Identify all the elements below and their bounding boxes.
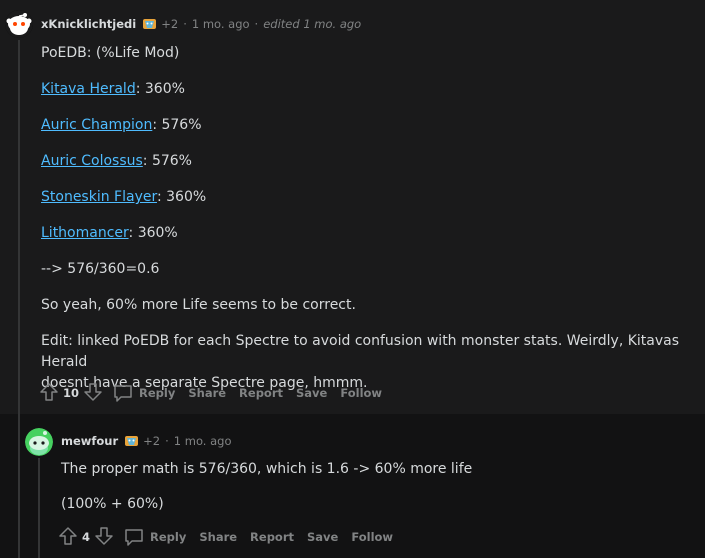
comment-actions: 4 Reply Share Report Save Follow [58,526,406,548]
spectre-value: : 576% [142,153,192,169]
snoo-avatar-icon [5,10,33,38]
separator-dot: · [165,434,169,448]
snoo-avatar-icon [25,428,53,456]
body-line: Edit: linked PoEDB for each Spectre to a… [41,333,680,370]
body-line: PoEDB: (%Life Mod) [41,45,180,61]
comment-header: xKnicklichtjedi +2 · 1 mo. ago · edited … [41,17,361,31]
spectre-entry: Kitava Herald: 360% [41,79,701,100]
username[interactable]: mewfour [61,434,118,448]
report-button[interactable]: Report [239,386,283,400]
edited-timestamp: edited 1 mo. ago [263,17,362,31]
karma-badge: +2 [143,434,161,448]
spectre-value: : 576% [152,117,202,133]
flair-icon [143,19,157,29]
separator-dot: · [183,17,187,31]
downvote-icon[interactable] [94,526,114,549]
avatar[interactable] [25,428,53,456]
comment-actions: 10 Reply Share Report Save Follow [39,382,395,404]
comment-1: xKnicklichtjedi +2 · 1 mo. ago · edited … [0,0,705,414]
lithomancer-link[interactable]: Lithomancer [41,225,129,241]
separator-dot: · [254,17,259,31]
vote-count: 10 [63,386,80,400]
spectre-entry: Stoneskin Flayer: 360% [41,187,701,208]
body-line: So yeah, 60% more Life seems to be corre… [41,297,356,313]
report-button[interactable]: Report [250,530,294,544]
follow-button[interactable]: Follow [340,386,382,400]
spectre-value: : 360% [156,189,207,205]
reply-button[interactable]: Reply [113,383,175,403]
comment-body: PoEDB: (%Life Mod) Kitava Herald: 360% A… [41,43,701,394]
username[interactable]: xKnicklichtjedi [41,17,136,31]
share-button[interactable]: Share [199,530,237,544]
vote-count: 4 [82,530,91,544]
karma-badge: +2 [161,17,179,31]
comment-bubble-icon [114,385,132,402]
share-button[interactable]: Share [188,386,226,400]
avatar[interactable] [5,10,33,38]
comment-2: mewfour +2 · 1 mo. ago The proper math i… [0,414,705,558]
spectre-entry: Lithomancer: 360% [41,223,701,244]
comment-bubble-icon [125,529,143,546]
kitava-herald-link[interactable]: Kitava Herald [41,81,136,97]
comment-body: The proper math is 576/360, which is 1.6… [61,459,691,515]
spectre-entry: Auric Colossus: 576% [41,151,701,172]
timestamp[interactable]: 1 mo. ago [174,434,232,448]
spectre-entry: Auric Champion: 576% [41,115,701,136]
body-line: The proper math is 576/360, which is 1.6… [61,461,473,477]
body-line: (100% + 60%) [61,496,164,512]
save-button[interactable]: Save [296,386,327,400]
timestamp[interactable]: 1 mo. ago [192,17,250,31]
upvote-icon[interactable] [58,526,78,549]
follow-button[interactable]: Follow [351,530,393,544]
body-line: --> 576/360=0.6 [41,261,160,277]
spectre-value: : 360% [128,225,178,241]
thread-line[interactable] [18,40,20,414]
upvote-icon[interactable] [39,382,59,405]
spectre-value: : 360% [135,81,185,97]
downvote-icon[interactable] [83,382,103,405]
comment-thread: xKnicklichtjedi +2 · 1 mo. ago · edited … [0,0,705,558]
stoneskin-flayer-link[interactable]: Stoneskin Flayer [41,189,157,205]
thread-line[interactable] [18,414,20,558]
auric-champion-link[interactable]: Auric Champion [41,117,152,133]
reply-button[interactable]: Reply [124,527,186,547]
auric-colossus-link[interactable]: Auric Colossus [41,153,143,169]
save-button[interactable]: Save [307,530,338,544]
reply-label: Reply [150,530,187,544]
thread-line[interactable] [38,458,40,558]
reply-label: Reply [139,386,176,400]
comment-header: mewfour +2 · 1 mo. ago [61,434,231,448]
flair-icon [125,436,139,446]
